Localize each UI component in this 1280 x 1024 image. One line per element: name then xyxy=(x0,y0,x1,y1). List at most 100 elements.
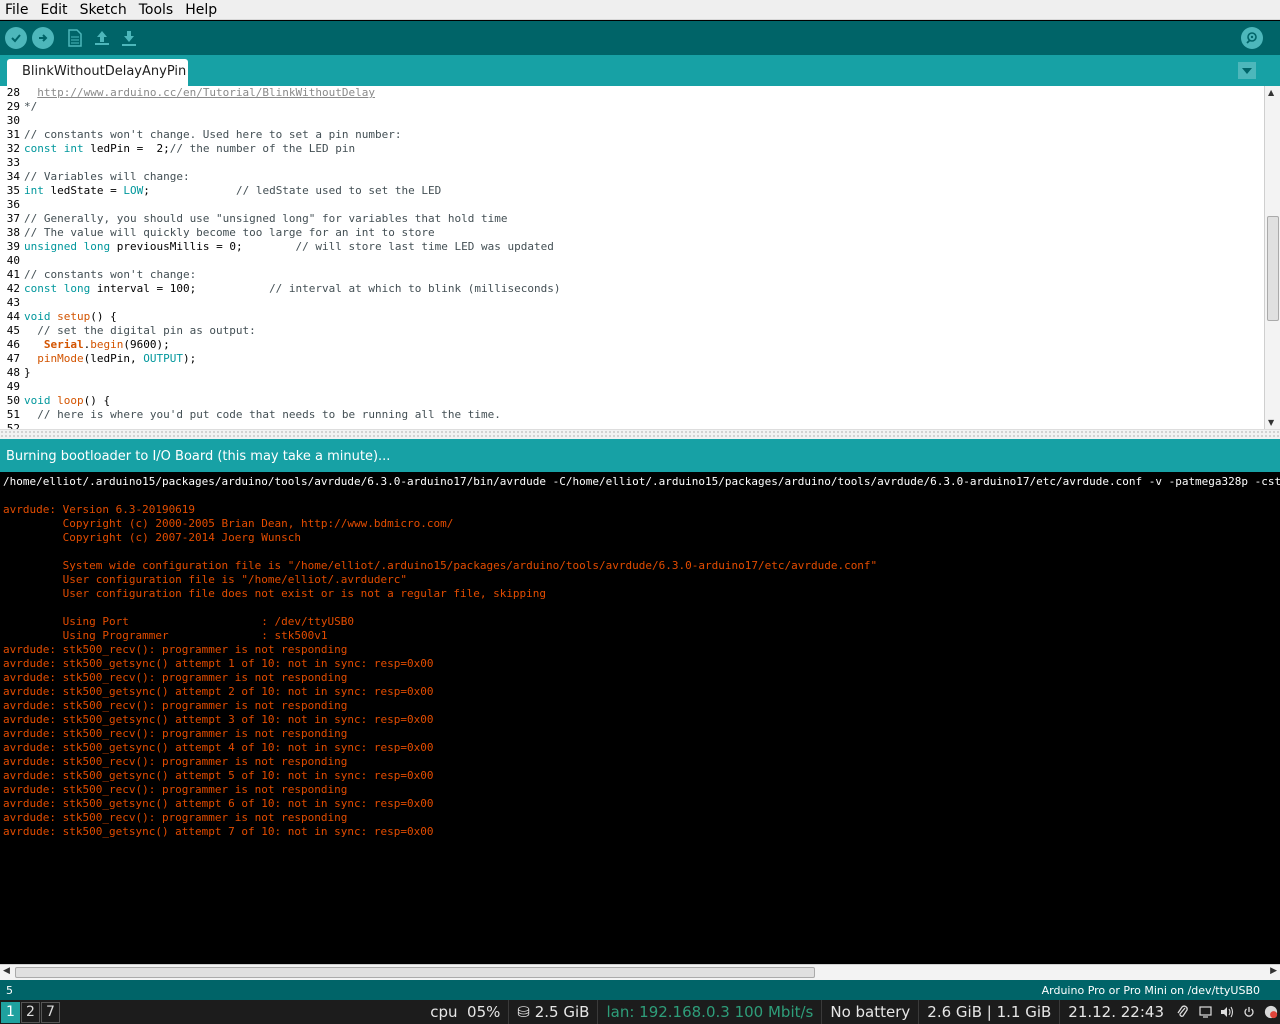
code-line[interactable]: 33 xyxy=(0,156,1262,170)
code-line[interactable]: 48} xyxy=(0,366,1262,380)
menu-file[interactable]: File xyxy=(0,0,34,20)
code-token: // The value will quickly become too lar… xyxy=(24,226,435,239)
line-text: // Variables will change: xyxy=(24,170,190,184)
workspace-7[interactable]: 7 xyxy=(41,1001,60,1023)
code-line[interactable]: 30 xyxy=(0,114,1262,128)
tab-menu-button[interactable] xyxy=(1238,62,1256,79)
code-line[interactable]: 34 // Variables will change: xyxy=(0,170,1262,184)
power-icon[interactable] xyxy=(1242,1005,1256,1019)
line-text: // constants won't change: xyxy=(24,268,196,282)
upload-button[interactable] xyxy=(32,27,54,49)
console-line: avrdude: stk500_getsync() attempt 4 of 1… xyxy=(3,741,434,754)
code-text[interactable]: 28 http://www.arduino.cc/en/Tutorial/Bli… xyxy=(0,86,1262,429)
line-text: // The value will quickly become too lar… xyxy=(24,226,435,240)
console-line: avrdude: stk500_getsync() attempt 2 of 1… xyxy=(3,685,434,698)
memory-indicator: 2.6 GiB | 1.1 GiB xyxy=(927,1003,1052,1021)
open-button[interactable] xyxy=(91,27,113,49)
paperclip-icon[interactable] xyxy=(1176,1005,1190,1019)
console-horizontal-scrollbar[interactable]: ◀ ▶ xyxy=(0,964,1280,980)
cursor-line-number: 5 xyxy=(6,984,13,997)
code-editor[interactable]: 28 http://www.arduino.cc/en/Tutorial/Bli… xyxy=(0,86,1280,429)
console-line: /home/elliot/.arduino15/packages/arduino… xyxy=(3,475,1280,488)
code-line[interactable]: 39 unsigned long previousMillis = 0; // w… xyxy=(0,240,1262,254)
code-token: void xyxy=(24,394,51,407)
menu-edit[interactable]: Edit xyxy=(34,0,73,20)
code-token: OUTPUT xyxy=(143,352,183,365)
code-line[interactable]: 32 const int ledPin = 2;// the number of … xyxy=(0,142,1262,156)
menu-sketch[interactable]: Sketch xyxy=(74,0,133,20)
line-text: Serial.begin(9600); xyxy=(24,338,170,352)
console-line: avrdude: stk500_recv(): programmer is no… xyxy=(3,811,348,824)
console-line: avrdude: stk500_getsync() attempt 5 of 1… xyxy=(3,769,434,782)
pane-divider[interactable] xyxy=(0,429,1280,439)
code-token: // will store last time LED was updated xyxy=(295,240,554,253)
line-text: const long interval = 100; // interval a… xyxy=(24,282,560,296)
code-line[interactable]: 45 // set the digital pin as output: xyxy=(0,324,1262,338)
code-line[interactable]: 29 */ xyxy=(0,100,1262,114)
code-line[interactable]: 38 // The value will quickly become too l… xyxy=(0,226,1262,240)
code-line[interactable]: 44 void setup() { xyxy=(0,310,1262,324)
line-number: 51 xyxy=(6,408,20,421)
editor-vertical-scrollbar[interactable]: ▲ ▼ xyxy=(1264,86,1280,429)
code-line[interactable]: 35 int ledState = LOW; // ledState used t… xyxy=(0,184,1262,198)
code-line[interactable]: 41 // constants won't change: xyxy=(0,268,1262,282)
menu-help[interactable]: Help xyxy=(179,0,223,20)
verify-button[interactable] xyxy=(5,27,27,49)
code-line[interactable]: 43 xyxy=(0,296,1262,310)
code-line[interactable]: 31 // constants won't change. Used here t… xyxy=(0,128,1262,142)
code-line[interactable]: 36 xyxy=(0,198,1262,212)
code-line[interactable]: 37 // Generally, you should use "unsigned… xyxy=(0,212,1262,226)
display-icon[interactable] xyxy=(1198,1005,1212,1019)
code-line[interactable]: 49 xyxy=(0,380,1262,394)
scroll-right-icon[interactable]: ▶ xyxy=(1270,966,1277,976)
code-line[interactable]: 46 Serial.begin(9600); xyxy=(0,338,1262,352)
tab-sketch[interactable]: BlinkWithoutDelayAnyPin xyxy=(7,59,188,86)
code-token: begin xyxy=(90,338,124,351)
disk-icon: ⛁ xyxy=(517,1003,530,1021)
line-text: http://www.arduino.cc/en/Tutorial/BlinkW… xyxy=(24,86,375,100)
disk-indicator: ⛁ 2.5 GiB xyxy=(509,1003,597,1021)
lan-indicator: lan: 192.168.0.3 100 Mbit/s xyxy=(606,1003,814,1021)
code-line[interactable]: 52 xyxy=(0,422,1262,429)
workspace-1[interactable]: 1 xyxy=(1,1001,20,1023)
workspace-2[interactable]: 2 xyxy=(21,1001,40,1023)
console-scroll-thumb[interactable] xyxy=(15,967,815,978)
code-line[interactable]: 47 pinMode(ledPin, OUTPUT); xyxy=(0,352,1262,366)
console-line: Copyright (c) 2000-2005 Brian Dean, http… xyxy=(3,517,454,530)
volume-icon[interactable] xyxy=(1220,1005,1234,1019)
code-token: } xyxy=(24,366,31,379)
update-notification-icon[interactable] xyxy=(1264,1005,1278,1019)
line-number: 31 xyxy=(6,128,20,141)
console-line: Using Programmer : stk500v1 xyxy=(3,629,328,642)
line-text: // set the digital pin as output: xyxy=(24,324,256,338)
open-icon xyxy=(95,31,109,45)
toolbar xyxy=(0,21,1280,55)
code-token: previousMillis = 0; xyxy=(110,240,296,253)
code-line[interactable]: 28 http://www.arduino.cc/en/Tutorial/Bli… xyxy=(0,86,1262,100)
code-token: ); xyxy=(182,352,197,365)
editor-scroll-thumb[interactable] xyxy=(1267,216,1279,321)
menu-tools[interactable]: Tools xyxy=(133,0,180,20)
serial-monitor-button[interactable] xyxy=(1241,27,1263,49)
line-text: // constants won't change. Used here to … xyxy=(24,128,402,142)
code-line[interactable]: 40 xyxy=(0,254,1262,268)
code-line[interactable]: 51 // here is where you'd put code that … xyxy=(0,408,1262,422)
line-text: const int ledPin = 2;// the number of th… xyxy=(24,142,355,156)
line-text: void setup() { xyxy=(24,310,117,324)
code-line[interactable]: 42 const long interval = 100; // interval… xyxy=(0,282,1262,296)
new-button[interactable] xyxy=(64,27,86,49)
ide-status-bar: 5 Arduino Pro or Pro Mini on /dev/ttyUSB… xyxy=(0,980,1280,1000)
save-button[interactable] xyxy=(118,27,140,49)
scroll-up-icon[interactable]: ▲ xyxy=(1268,88,1274,97)
code-token: const xyxy=(24,142,58,155)
scroll-left-icon[interactable]: ◀ xyxy=(3,966,10,976)
code-line[interactable]: 50 void loop() { xyxy=(0,394,1262,408)
code-token: unsigned xyxy=(24,240,77,253)
line-number: 28 xyxy=(6,86,20,99)
code-token: interval = 100; xyxy=(90,282,270,295)
disk-value: 2.5 GiB xyxy=(534,1003,590,1021)
console-line: User configuration file does not exist o… xyxy=(3,587,547,600)
scroll-down-icon[interactable]: ▼ xyxy=(1268,418,1274,427)
